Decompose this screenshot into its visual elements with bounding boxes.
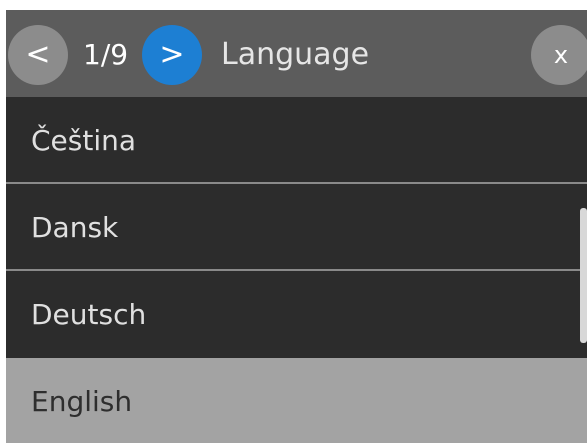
scrollbar-thumb[interactable]	[580, 208, 587, 343]
close-button[interactable]: x	[531, 25, 587, 85]
language-dialog: < 1/9 > Language x Čeština Dansk Deutsch…	[6, 10, 587, 443]
dialog-title: Language	[221, 37, 370, 72]
next-page-button[interactable]: >	[142, 25, 202, 85]
chevron-right-icon: >	[159, 37, 185, 72]
language-list: Čeština Dansk Deutsch English	[6, 97, 587, 443]
list-item-english[interactable]: English	[6, 358, 587, 443]
list-item-cestina[interactable]: Čeština	[6, 97, 587, 184]
page-indicator: 1/9	[83, 38, 129, 71]
chevron-left-icon: <	[25, 37, 51, 72]
dialog-header: < 1/9 > Language x	[6, 10, 587, 97]
close-icon: x	[553, 41, 569, 69]
previous-page-button[interactable]: <	[8, 25, 68, 85]
list-item-dansk[interactable]: Dansk	[6, 184, 587, 271]
list-item-deutsch[interactable]: Deutsch	[6, 271, 587, 358]
